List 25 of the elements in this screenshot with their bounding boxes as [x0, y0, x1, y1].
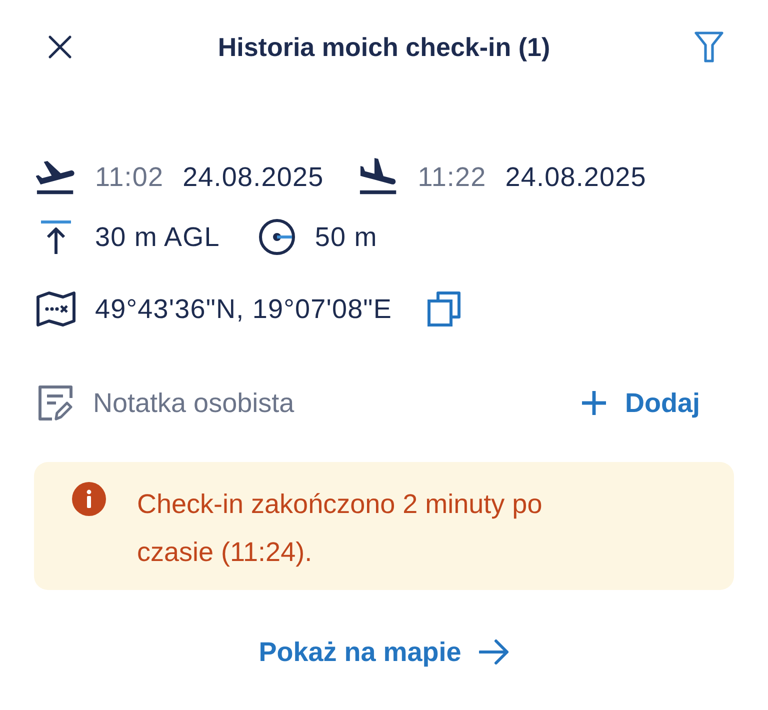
altitude-value: 30 m AGL	[95, 222, 220, 252]
close-button[interactable]	[48, 35, 72, 59]
plus-icon	[580, 390, 607, 416]
filter-button[interactable]	[694, 31, 724, 63]
event-time: 11:22	[418, 162, 486, 192]
radius-icon	[258, 218, 296, 256]
map-icon	[36, 291, 76, 327]
page-title: Historia moich check-in (1)	[218, 32, 550, 62]
event-time: 11:02	[95, 162, 164, 192]
close-icon	[48, 35, 72, 59]
alert-message: Check-in zakończono 2 minuty po czasie (11:24).	[137, 488, 544, 569]
show-on-map-link[interactable]: Pokaż na mapie	[258, 632, 510, 672]
info-icon	[72, 482, 106, 516]
add-note-button[interactable]: Dodaj	[580, 388, 700, 418]
note-label: Notatka osobista	[93, 388, 294, 418]
copy-button[interactable]	[426, 291, 461, 327]
event-date: 24.08.2025	[505, 162, 646, 192]
landing-icon	[358, 157, 399, 197]
event-date: 24.08.2025	[182, 162, 324, 192]
radius-value: 50 m	[314, 222, 378, 252]
note-icon	[38, 385, 74, 421]
filter-icon	[694, 31, 724, 63]
arrow-right-icon	[479, 639, 510, 665]
coordinates-text: 49°43'36"N, 19°07'08"E	[95, 294, 392, 324]
copy-icon	[426, 291, 461, 327]
